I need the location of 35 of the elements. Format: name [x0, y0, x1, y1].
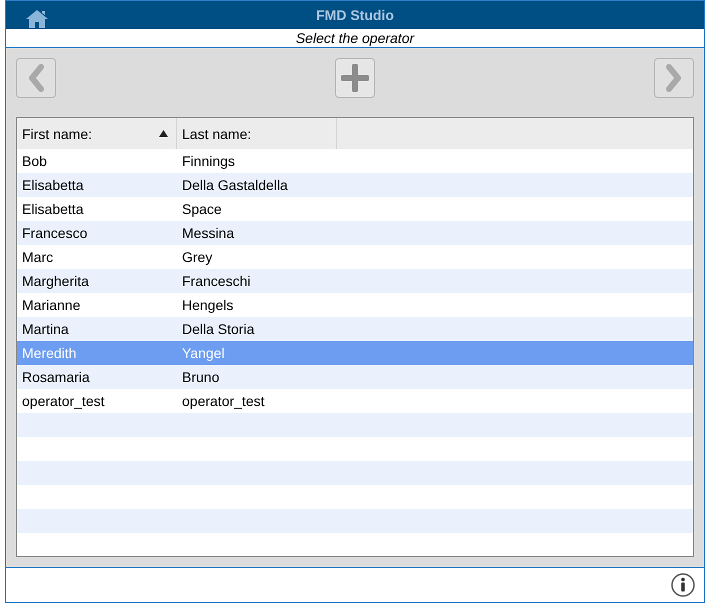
- table-cell-text: Elisabetta: [21, 176, 84, 196]
- table-cell-text: Rosamaria: [21, 368, 91, 388]
- table-cell-text: Grey: [181, 248, 214, 268]
- table-cell-text: Yangel: [181, 344, 226, 364]
- add-button[interactable]: [335, 58, 375, 98]
- table-cell-text: Francesco: [21, 224, 88, 244]
- table-cell-text: operator_test: [21, 392, 106, 412]
- table-cell-text: Meredith: [21, 344, 78, 364]
- table-row[interactable]: Elisabetta Della Gastaldella: [17, 173, 693, 198]
- table-cell-text: Finnings: [181, 152, 236, 172]
- table-cell-text: Bruno: [181, 368, 220, 388]
- table-cell-text: Hengels: [181, 296, 234, 316]
- home-icon[interactable]: [26, 10, 48, 28]
- table-cell-text: Della Storia: [181, 320, 256, 340]
- plus-icon: [341, 64, 369, 92]
- table-row[interactable]: Margherita Franceschi: [17, 269, 693, 294]
- table-row[interactable]: Rosamaria Bruno: [17, 365, 693, 390]
- table-cell-text: Martina: [21, 320, 70, 340]
- table-cell-text: Space: [181, 200, 223, 220]
- table-cell-text: Marc: [21, 248, 54, 268]
- info-icon[interactable]: [671, 573, 695, 598]
- chevron-right-icon: [666, 64, 682, 92]
- table-cell-text: Bob: [21, 152, 48, 172]
- table-cell-text: operator_test: [181, 392, 266, 412]
- table-cell-text: Marianne: [21, 296, 82, 316]
- table-row[interactable]: Martina Della Storia: [17, 317, 693, 342]
- window-title: FMD Studio: [316, 6, 394, 26]
- table-cell-text: Elisabetta: [21, 200, 84, 220]
- subtitle: Select the operator: [296, 29, 414, 48]
- chevron-left-icon: [28, 64, 44, 92]
- table-cell-text: Franceschi: [181, 272, 252, 292]
- table-row[interactable]: Francesco Messina: [17, 221, 693, 246]
- table-cell-text: Messina: [181, 224, 236, 244]
- table-cell-text: Margherita: [21, 272, 90, 292]
- table-cell-text: Della Gastaldella: [181, 176, 289, 196]
